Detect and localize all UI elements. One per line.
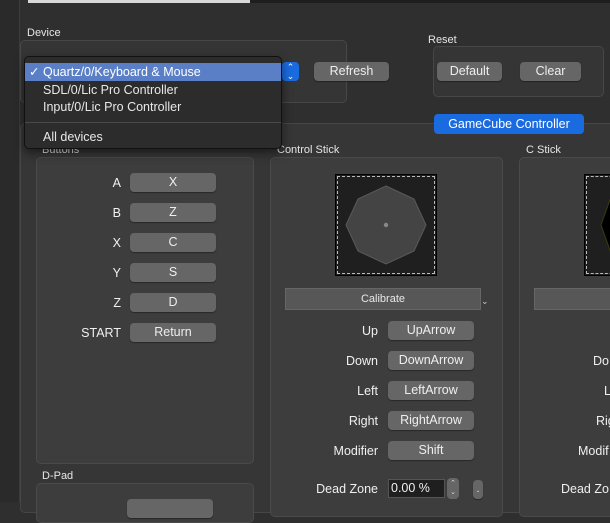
stick-up-mapping[interactable]: UpArrow	[388, 321, 474, 340]
checkmark-icon: ✓	[29, 65, 40, 79]
stick-up-label: Up	[362, 324, 378, 338]
device-dropdown-menu: ✓ Quartz/0/Keyboard & Mouse SDL/0/Lic Pro…	[24, 56, 282, 149]
clear-button[interactable]: Clear	[520, 62, 581, 81]
button-b-mapping[interactable]: Z	[130, 203, 216, 222]
button-a-label: A	[112, 176, 121, 190]
stick-left-label: Left	[357, 384, 378, 398]
stick-down-mapping[interactable]: DownArrow	[388, 351, 474, 370]
button-z-label: Z	[113, 296, 121, 310]
button-x-label: X	[112, 236, 121, 250]
c-stick-down-label: Do	[593, 354, 609, 368]
dead-zone-more-button[interactable]: .	[473, 480, 483, 499]
octagon-gate-icon	[345, 185, 427, 265]
stick-down-label: Down	[346, 354, 378, 368]
stick-left-mapping[interactable]: LeftArrow	[388, 381, 474, 400]
window-top-edge	[250, 0, 610, 3]
calibrate-button[interactable]: Calibrate	[285, 288, 481, 310]
button-y-mapping[interactable]: S	[130, 263, 216, 282]
tab-gamecube-controller[interactable]: GameCube Controller	[434, 114, 584, 134]
c-stick-modifier-label: Modif	[578, 444, 609, 458]
button-z-mapping[interactable]: D	[130, 293, 216, 312]
stick-modifier-mapping[interactable]: Shift	[388, 441, 474, 460]
dpad-label: D-Pad	[42, 470, 74, 482]
c-stick-preview	[584, 174, 610, 276]
menu-separator	[25, 122, 281, 123]
left-panel-edge	[0, 0, 20, 502]
control-stick-preview	[335, 174, 437, 276]
button-start-label: START	[81, 326, 121, 340]
menu-item-device-1[interactable]: SDL/0/Lic Pro Controller	[25, 81, 281, 99]
c-stick-dead-zone-label: Dead Zo	[561, 482, 609, 496]
button-b-label: B	[112, 206, 121, 220]
stick-right-label: Right	[348, 414, 378, 428]
dead-zone-stepper[interactable]: ⌃ ⌄	[447, 478, 459, 499]
c-stick-right-label: Rig	[596, 414, 610, 428]
device-label: Device	[27, 27, 61, 39]
menu-item-device-2[interactable]: Input/0/Lic Pro Controller	[25, 98, 281, 116]
stick-right-mapping[interactable]: RightArrow	[388, 411, 474, 430]
button-a-mapping[interactable]: X	[130, 173, 216, 192]
button-x-mapping[interactable]: C	[130, 233, 216, 252]
c-stick-gate-icon	[600, 198, 610, 252]
dead-zone-input[interactable]: 0.00 %	[388, 479, 445, 498]
button-start-mapping[interactable]: Return	[130, 323, 216, 342]
menu-item-all-devices[interactable]: All devices	[25, 128, 281, 146]
refresh-button[interactable]: Refresh	[314, 62, 389, 81]
popup-chevrons-icon[interactable]: ⌃ ⌄	[282, 62, 299, 81]
c-stick-calibrate-button[interactable]	[534, 288, 610, 310]
stick-modifier-label: Modifier	[333, 444, 378, 458]
menu-item-device-0[interactable]: ✓ Quartz/0/Keyboard & Mouse	[25, 63, 281, 81]
menu-item-label: Quartz/0/Keyboard & Mouse	[43, 65, 201, 79]
c-stick-left-label: L	[604, 384, 610, 398]
dead-zone-label: Dead Zone	[316, 482, 378, 496]
button-y-label: Y	[112, 266, 121, 280]
c-stick-label: C Stick	[526, 144, 561, 156]
background-window-edge	[28, 0, 250, 3]
control-stick-label: Control Stick	[277, 144, 340, 156]
default-button[interactable]: Default	[437, 62, 502, 81]
chevron-down-icon[interactable]: ⌄	[481, 296, 489, 307]
reset-label: Reset	[428, 34, 457, 46]
